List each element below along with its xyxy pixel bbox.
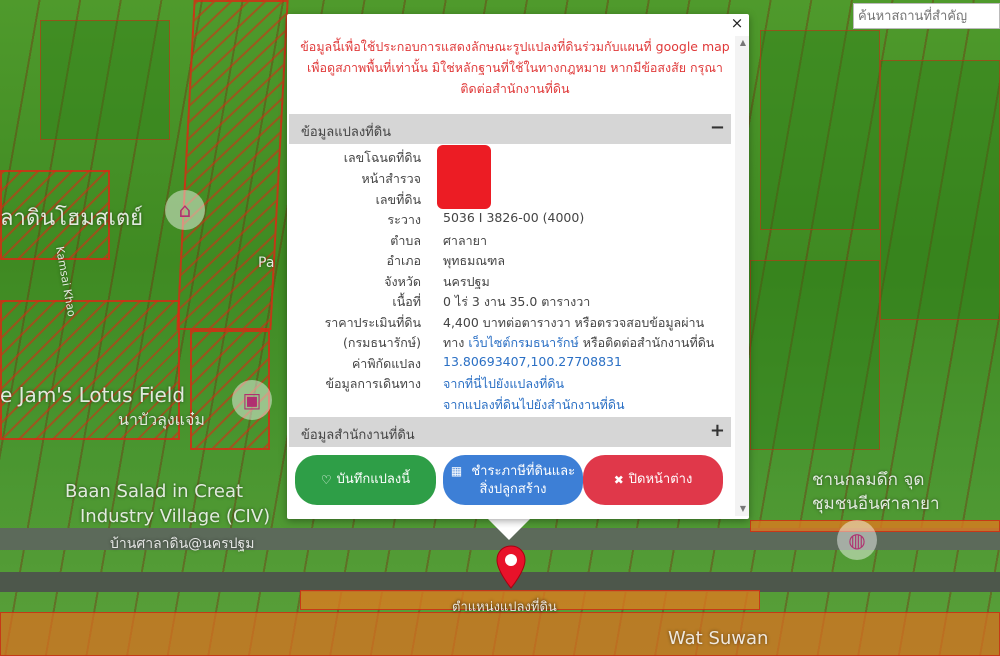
pay-tax-label-1: ชำระภาษีที่ดินและ [471,463,576,479]
directions-to-parcel-link[interactable]: จากที่นี่ไปยังแปลงที่ดิน [443,374,564,394]
heart-icon: ♡ [320,473,332,487]
section-land-title: ข้อมูลแปลงที่ดิน [301,125,392,140]
parcel-info-popup: × ข้อมูลนี้เพื่อใช้ประกอบการแสดงลักษณะรู… [287,14,749,519]
label-land-no: เลขที่ดิน [375,192,421,207]
collapse-icon[interactable]: − [710,117,725,138]
value-price: 4,400 บาทต่อตารางวา หรือตรวจสอบข้อมูลผ่า… [443,315,705,330]
pay-tax-label-2: สิ่งปลูกสร้าง [479,481,547,497]
value-dept-pre: ทาง [443,335,465,350]
value-dept-post: หรือติดต่อสำนักงานที่ดิน [582,335,715,350]
label-amphoe: อำเภอ [386,253,421,268]
row-survey-page: หน้าสำรวจ [289,169,731,189]
map-label: ลาดินโฮมสเตย์ [0,206,144,231]
pay-land-tax-button[interactable]: ▦ ชำระภาษีที่ดินและ สิ่งปลูกสร้าง [443,455,583,505]
land-info-table: เลขโฉนดที่ดิน หน้าสำรวจ เลขที่ดิน ระวาง … [289,144,731,417]
label-coords: ค่าพิกัดแปลง [351,356,421,371]
value-rawang: 5036 I 3826-00 (4000) [443,210,585,225]
map-parcel [750,520,1000,532]
popup-scrollbar[interactable] [735,36,749,516]
row-amphoe: อำเภอ พุทธมณฑล [289,251,731,271]
disclaimer-text: ข้อมูลนี้เพื่อใช้ประกอบการแสดงลักษณะรูปแ… [300,39,730,96]
row-travel: ข้อมูลการเดินทาง จากที่นี่ไปยังแปลงที่ดิ… [289,374,731,394]
map-label: ชานกลมดึก จุด [812,470,925,490]
scroll-down-icon[interactable]: ▼ [740,504,746,513]
row-dept: (กรมธนารักษ์) ทาง เว็บไซต์กรมธนารักษ์ หร… [289,333,731,353]
row-province: จังหวัด นครปฐม [289,272,731,292]
value-amphoe: พุทธมณฑล [443,253,505,268]
row-coords: ค่าพิกัดแปลง 13.80693407,100.27708831 [289,354,731,374]
popup-pointer [487,518,531,540]
section-land-header[interactable]: ข้อมูลแปลงที่ดิน − [289,114,731,144]
map-parcel [40,20,170,140]
map-label: ชุมชนอีนศาลายา [812,494,940,514]
value-dept: ทาง เว็บไซต์กรมธนารักษ์ หรือติดต่อสำนักง… [443,333,714,353]
label-deed-no: เลขโฉนดที่ดิน [343,150,421,165]
close-icon[interactable]: × [729,14,745,32]
save-parcel-label: บันทึกแปลงนี้ [336,472,411,487]
label-price: ราคาประเมินที่ดิน [324,315,421,330]
qr-code-icon: ▦ [450,463,463,478]
coords-link[interactable]: 13.80693407,100.27708831 [443,354,622,369]
value-area: 0 ไร่ 3 งาน 35.0 ตารางวา [443,294,591,309]
parcel-location-label: ตำแหน่งแปลงที่ดิน [452,600,557,615]
row-area: เนื้อที่ 0 ไร่ 3 งาน 35.0 ตารางวา [289,292,731,312]
label-tambon: ตำบล [390,233,421,248]
close-icon: ✖ [613,473,624,487]
photo-spot-icon[interactable]: ▣ [232,380,272,420]
label-province: จังหวัด [384,274,421,289]
map-label: Industry Village (CIV) [80,506,271,527]
map-label: นาบัวลุงแจ๋ม [118,410,205,429]
row-travel-2: จากแปลงที่ดินไปยังสำนักงานที่ดิน [289,395,731,415]
label-survey-page: หน้าสำรวจ [361,171,421,186]
map-label: e Jam's Lotus Field [0,383,186,407]
label-area: เนื้อที่ [392,294,421,309]
map-parcel [760,30,880,230]
section-office-title: ข้อมูลสำนักงานที่ดิน [301,428,415,443]
row-deed-no: เลขโฉนดที่ดิน [289,148,731,168]
close-window-button[interactable]: ✖ ปิดหน้าต่าง [583,455,723,505]
row-land-no: เลขที่ดิน [289,190,731,210]
label-rawang: ระวาง [387,212,421,227]
row-tambon: ตำบล ศาลายา [289,231,731,251]
map-label: Wat Suwan [668,628,769,649]
scroll-up-icon[interactable]: ▲ [740,38,746,47]
save-parcel-button[interactable]: ♡ บันทึกแปลงนี้ [295,455,436,505]
label-travel: ข้อมูลการเดินทาง [325,376,421,391]
value-tambon: ศาลายา [443,233,487,248]
treasury-website-link[interactable]: เว็บไซต์กรมธนารักษ์ [468,335,578,350]
row-price: ราคาประเมินที่ดิน 4,400 บาทต่อตารางวา หร… [289,313,731,333]
expand-icon[interactable]: + [710,420,725,441]
map-parcel [880,60,1000,320]
poi-icon[interactable]: ◍ [837,520,877,560]
section-office-header[interactable]: ข้อมูลสำนักงานที่ดิน + [289,417,731,447]
homestay-pin-icon[interactable]: ⌂ [165,190,205,230]
map-label: Pa [258,255,275,271]
place-search-input[interactable] [853,3,1000,29]
map-parcel [176,0,289,330]
row-rawang: ระวาง 5036 I 3826-00 (4000) [289,210,731,230]
map-parcel [0,612,1000,656]
map-label: บ้านศาลาดิน@นครปฐม [110,536,255,552]
label-dept: (กรมธนารักษ์) [343,335,421,350]
map-label: Baan Salad in Creat [65,481,244,502]
directions-to-office-link[interactable]: จากแปลงที่ดินไปยังสำนักงานที่ดิน [443,395,625,415]
value-province: นครปฐม [443,274,490,289]
map-pin-icon[interactable] [496,545,526,589]
map-parcel [750,260,880,450]
close-window-label: ปิดหน้าต่าง [628,472,693,487]
